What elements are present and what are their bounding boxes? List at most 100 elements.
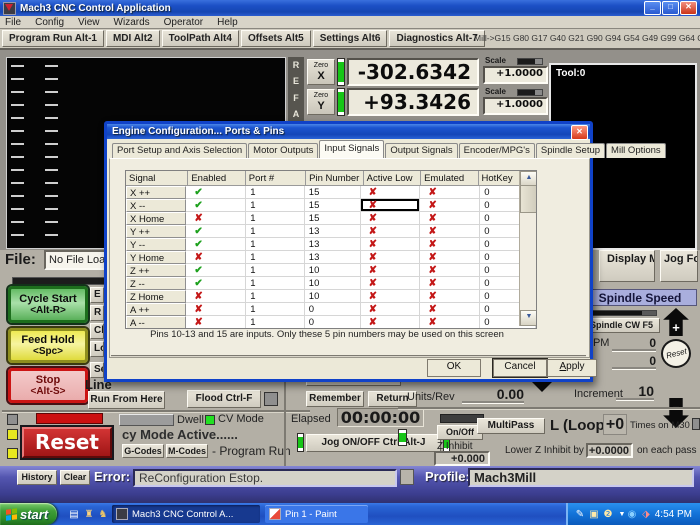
tray-task-icon[interactable]: ❷: [602, 508, 614, 521]
value-cell[interactable]: 0: [305, 303, 361, 316]
taskbar-task[interactable]: Mach3 CNC Control A...: [112, 505, 260, 523]
clipped-button[interactable]: Lo: [90, 341, 104, 357]
dialog-tab[interactable]: Encoder/MPG's: [459, 143, 535, 158]
toggle-cell[interactable]: ✘: [420, 251, 480, 264]
value-cell[interactable]: 1: [246, 316, 305, 329]
value-cell[interactable]: 1: [246, 186, 305, 199]
menu-item-help[interactable]: Help: [217, 17, 238, 28]
clipped-button[interactable]: Cl: [90, 323, 104, 339]
cancel-button[interactable]: Cancel: [493, 359, 547, 377]
z-inhibit-dro[interactable]: +0.000: [434, 451, 490, 466]
toggle-cell[interactable]: ✘: [420, 225, 480, 238]
toggle-cell[interactable]: ✘: [186, 303, 246, 316]
value-cell[interactable]: 1: [246, 212, 305, 225]
remember-button[interactable]: Remember: [306, 391, 364, 407]
toggle-cell[interactable]: ✔: [186, 225, 246, 238]
menu-item-view[interactable]: View: [78, 17, 100, 28]
tray-window-icon[interactable]: ▣: [588, 508, 600, 521]
error-message-field[interactable]: ReConfiguration Estop.: [133, 469, 397, 487]
toggle-cell[interactable]: ✘: [361, 199, 421, 212]
toggle-cell[interactable]: ✘: [420, 186, 480, 199]
value-cell[interactable]: 1: [246, 199, 305, 212]
screen-button[interactable]: Diagnostics Alt-7: [389, 30, 484, 47]
spindle-override-dro[interactable]: 0: [612, 354, 656, 369]
x-axis-dro[interactable]: -302.6342: [347, 58, 479, 86]
toggle-cell[interactable]: ✘: [420, 290, 480, 303]
toggle-cell[interactable]: ✘: [361, 251, 421, 264]
clipped-button[interactable]: E: [90, 287, 104, 303]
toggle-cell[interactable]: ✘: [420, 199, 480, 212]
signal-cell[interactable]: X ++: [126, 186, 186, 199]
quick-launch-desktop-icon[interactable]: ♜: [83, 508, 95, 521]
rpm-dro[interactable]: 0: [612, 336, 656, 351]
signal-cell[interactable]: A ++: [126, 303, 186, 316]
toggle-cell[interactable]: ✘: [361, 238, 421, 251]
display-mode-button[interactable]: Display Mode: [599, 250, 655, 282]
clipped-button[interactable]: Se: [90, 362, 104, 378]
spindle-reset-button[interactable]: Reset: [661, 339, 691, 368]
menu-item-operator[interactable]: Operator: [164, 17, 203, 28]
toggle-cell[interactable]: ✘: [361, 290, 421, 303]
toggle-cell[interactable]: ✘: [361, 303, 421, 316]
value-cell[interactable]: 15: [305, 186, 361, 199]
toggle-cell[interactable]: ✘: [361, 264, 421, 277]
tray-back-icon[interactable]: ◉: [626, 508, 638, 521]
toggle-cell[interactable]: ✘: [420, 264, 480, 277]
reset-button[interactable]: Reset: [22, 427, 112, 458]
y-scale-dro[interactable]: +1.0000: [483, 97, 548, 115]
feed-hold-button[interactable]: Feed Hold <Spc>: [8, 328, 88, 363]
dialog-tab[interactable]: Mill Options: [606, 143, 666, 158]
toggle-cell[interactable]: ✘: [361, 186, 421, 199]
value-cell[interactable]: 1: [246, 238, 305, 251]
toggle-cell[interactable]: ✔: [186, 186, 246, 199]
tray-pencil-icon[interactable]: ✎: [574, 508, 586, 521]
toggle-cell[interactable]: ✘: [420, 212, 480, 225]
toggle-cell[interactable]: ✘: [420, 316, 480, 329]
taskbar-clock[interactable]: 4:54 PM: [655, 509, 692, 520]
lower-z-inhibit-dro[interactable]: +0.0000: [586, 443, 633, 458]
screen-button[interactable]: MDI Alt2: [106, 30, 160, 47]
history-button[interactable]: History: [17, 470, 57, 485]
toggle-cell[interactable]: ✘: [186, 251, 246, 264]
toggle-cell[interactable]: ✘: [361, 212, 421, 225]
clear-button[interactable]: Clear: [60, 470, 90, 485]
ref-all-button[interactable]: REFA: [288, 57, 304, 122]
value-cell[interactable]: 15: [305, 199, 361, 212]
toggle-cell[interactable]: ✘: [420, 277, 480, 290]
menu-item-config[interactable]: Config: [35, 17, 64, 28]
run-from-here-button[interactable]: Run From Here: [88, 391, 165, 409]
signal-cell[interactable]: Y ++: [126, 225, 186, 238]
units-rev-dro[interactable]: 0.00: [462, 386, 524, 403]
value-cell[interactable]: 10: [305, 277, 361, 290]
toggle-cell[interactable]: ✘: [420, 238, 480, 251]
value-cell[interactable]: 13: [305, 251, 361, 264]
value-cell[interactable]: 1: [246, 264, 305, 277]
menu-item-wizards[interactable]: Wizards: [114, 17, 150, 28]
dialog-tab[interactable]: Port Setup and Axis Selection: [112, 143, 247, 158]
increment-dro[interactable]: 10: [616, 383, 654, 400]
dialog-tab[interactable]: Input Signals: [319, 140, 384, 158]
screen-button[interactable]: ToolPath Alt4: [162, 30, 239, 47]
value-cell[interactable]: 1: [246, 277, 305, 290]
toggle-cell[interactable]: ✘: [420, 303, 480, 316]
screen-button[interactable]: Settings Alt6: [313, 30, 388, 47]
toggle-cell[interactable]: ✘: [186, 290, 246, 303]
zero-y-button[interactable]: Zero Y: [307, 89, 335, 115]
toggle-cell[interactable]: ✘: [361, 316, 421, 329]
multipass-button[interactable]: MultiPass: [477, 418, 545, 434]
dialog-tab[interactable]: Output Signals: [385, 143, 457, 158]
stop-button[interactable]: Stop <Alt-S>: [8, 368, 88, 403]
maximize-button[interactable]: □: [662, 1, 679, 15]
value-cell[interactable]: 13: [305, 225, 361, 238]
apply-button[interactable]: Apply: [547, 359, 597, 377]
gcodes-button[interactable]: G-Codes: [122, 444, 164, 458]
signal-cell[interactable]: Z Home: [126, 290, 186, 303]
spindle-cw-button[interactable]: Spindle CW F5: [583, 318, 660, 333]
dialog-tab[interactable]: Motor Outputs: [248, 143, 318, 158]
signal-cell[interactable]: A --: [126, 316, 186, 329]
toggle-cell[interactable]: ✔: [186, 238, 246, 251]
signal-cell[interactable]: X --: [126, 199, 186, 212]
value-cell[interactable]: 1: [246, 303, 305, 316]
toggle-cell[interactable]: ✔: [186, 264, 246, 277]
screen-button[interactable]: Program Run Alt-1: [2, 30, 104, 47]
